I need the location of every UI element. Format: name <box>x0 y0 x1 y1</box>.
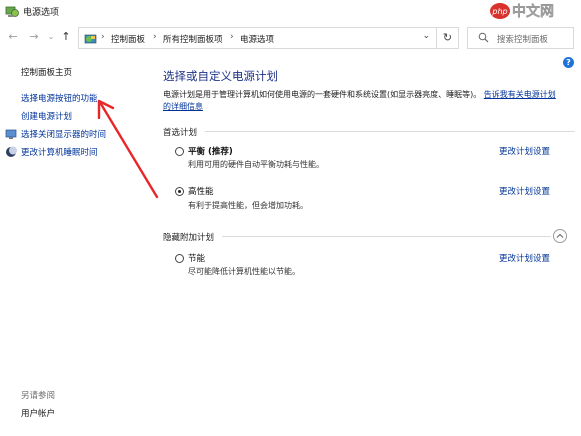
page-title: 选择或自定义电源计划 <box>163 69 278 83</box>
plan-power-saver-radio[interactable] <box>175 254 184 263</box>
hidden-plans-heading: 隐藏附加计划 <box>163 233 215 243</box>
breadcrumb-separator-icon: › <box>101 32 105 42</box>
display-off-icon <box>5 129 17 139</box>
plan-balanced-desc: 利用可用的硬件自动平衡功耗与性能。 <box>188 160 324 169</box>
preferred-plans-heading: 首选计划 <box>163 128 198 138</box>
up-arrow-icon[interactable]: ↑ <box>59 30 73 44</box>
group-divider <box>205 131 575 132</box>
forward-arrow-icon[interactable]: → <box>27 30 41 44</box>
svg-text:php: php <box>491 7 507 16</box>
plan-balanced-radio[interactable] <box>175 147 184 156</box>
breadcrumb-all-items[interactable]: 所有控制面板项 <box>163 33 223 45</box>
user-accounts-link[interactable]: 用户帐户 <box>21 407 55 419</box>
window-title: 电源选项 <box>23 8 60 18</box>
title-bar: 电源选项 php 中文网 <box>0 0 581 22</box>
plan-power-saver-name[interactable]: 节能 <box>188 252 205 264</box>
annotation-arrow <box>97 99 159 199</box>
see-also-label: 另请参阅 <box>21 391 56 401</box>
plan-high-performance-desc: 有利于提高性能，但会增加功耗。 <box>188 201 308 210</box>
svg-text:中文网: 中文网 <box>512 3 554 20</box>
plan-high-performance-name[interactable]: 高性能 <box>188 185 214 197</box>
sleep-moon-icon <box>6 146 17 157</box>
search-input[interactable]: 搜索控制面板 <box>497 33 548 45</box>
search-box[interactable]: 搜索控制面板 <box>467 27 574 49</box>
plan-balanced-change-link[interactable]: 更改计划设置 <box>499 145 550 157</box>
power-options-icon <box>5 6 19 17</box>
choose-power-button-link[interactable]: 选择电源按钮的功能 <box>21 92 98 104</box>
page-description: 电源计划是用于管理计算机如何使用电源的一套硬件和系统设置(如显示器亮度、睡眠等)… <box>163 89 563 113</box>
plan-high-performance-radio[interactable] <box>175 187 184 196</box>
plan-high-performance-change-link[interactable]: 更改计划设置 <box>499 185 550 197</box>
group-divider <box>222 236 551 237</box>
description-text: 电源计划是用于管理计算机如何使用电源的一套硬件和系统设置(如显示器亮度、睡眠等)… <box>163 90 482 99</box>
search-icon <box>478 32 489 43</box>
recent-locations-chevron-icon[interactable]: ⌄ <box>44 30 58 44</box>
breadcrumb-separator-icon: › <box>153 32 157 42</box>
plan-power-saver-change-link[interactable]: 更改计划设置 <box>499 252 550 264</box>
sleep-time-link[interactable]: 更改计算机睡眠时间 <box>21 146 98 158</box>
address-dropdown-icon[interactable]: ⌄ <box>422 31 430 41</box>
breadcrumb-separator-icon: › <box>230 32 234 42</box>
back-arrow-icon[interactable]: ← <box>6 30 20 44</box>
plan-balanced-name[interactable]: 平衡 (推荐) <box>188 145 233 157</box>
address-bar[interactable]: › 控制面板 › 所有控制面板项 › 电源选项 ⌄ ↻ <box>78 27 459 49</box>
collapse-chevron-icon[interactable] <box>553 229 567 243</box>
navigation-bar: ← → ⌄ ↑ › 控制面板 › 所有控制面板项 › 电源选项 ⌄ ↻ 搜索控制… <box>0 24 581 52</box>
control-panel-icon <box>84 34 97 44</box>
breadcrumb-power-options[interactable]: 电源选项 <box>240 33 274 45</box>
display-off-time-link[interactable]: 选择关闭显示器的时间 <box>21 128 106 140</box>
plan-power-saver-desc: 尽可能降低计算机性能以节能。 <box>188 267 300 276</box>
create-power-plan-link[interactable]: 创建电源计划 <box>21 110 72 122</box>
control-panel-home-link[interactable]: 控制面板主页 <box>21 66 72 78</box>
refresh-icon[interactable]: ↻ <box>436 28 458 48</box>
watermark-logo: php 中文网 <box>490 3 554 20</box>
breadcrumb-control-panel[interactable]: 控制面板 <box>111 33 145 45</box>
help-icon[interactable]: ? <box>563 57 574 68</box>
